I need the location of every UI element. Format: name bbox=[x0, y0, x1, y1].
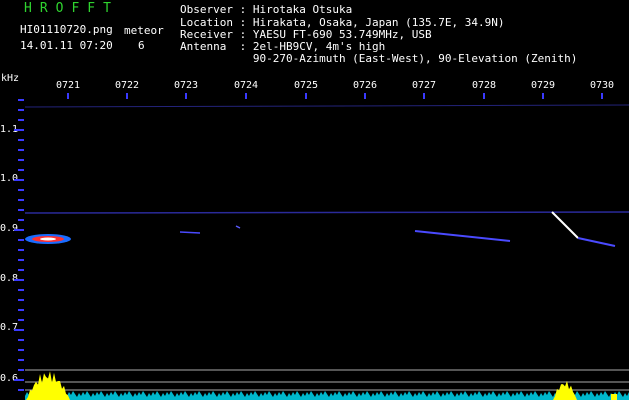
carrier-line bbox=[24, 211, 629, 214]
meteor-trace-tail bbox=[577, 237, 616, 247]
meteor-trace bbox=[414, 230, 511, 242]
signal-lines bbox=[24, 104, 629, 391]
meteor-trace bbox=[179, 231, 201, 234]
noise-floor bbox=[25, 371, 629, 400]
meteor-trace-head bbox=[551, 211, 579, 239]
activity-peak bbox=[26, 371, 70, 400]
carrier-line bbox=[24, 104, 629, 108]
axis-ticks bbox=[14, 93, 603, 391]
noise-band bbox=[25, 391, 629, 400]
meteor-traces bbox=[25, 211, 616, 247]
meteor-echo-center bbox=[40, 237, 56, 241]
spectrogram-plot bbox=[14, 93, 629, 400]
meteor-trace bbox=[235, 225, 241, 229]
activity-peak bbox=[611, 394, 617, 400]
